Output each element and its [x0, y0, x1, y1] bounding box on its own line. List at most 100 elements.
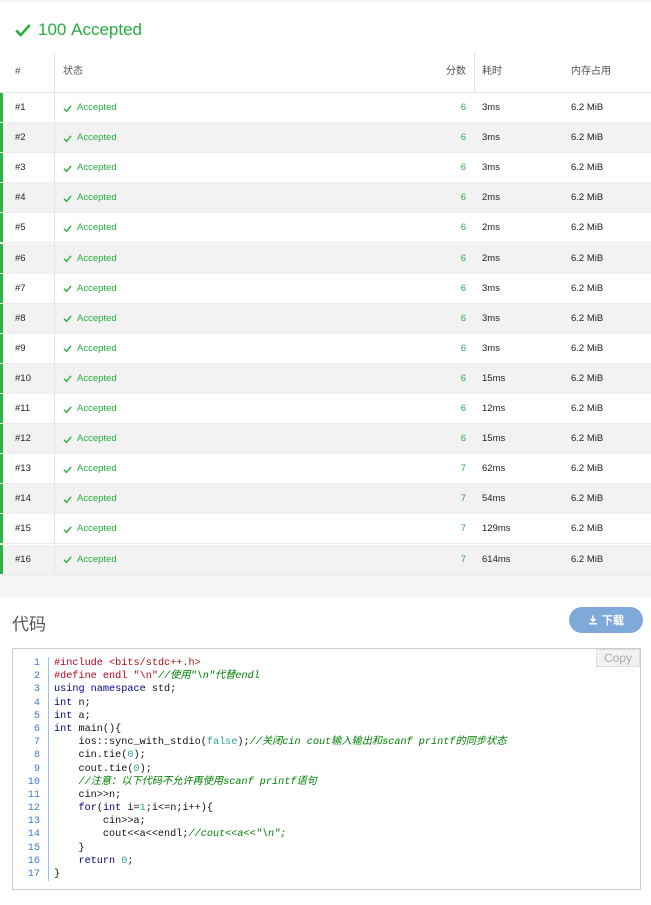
status-accent-bar [0, 454, 3, 484]
code-token: int [54, 697, 79, 709]
results-card: 100 Accepted # 状态 分数 耗时 内存占用 #1 Accepted 6… [0, 2, 651, 575]
status-accent-bar [0, 213, 3, 243]
code-token: #include [54, 658, 110, 669]
testcase-memory: 6.2 MiB [571, 312, 604, 324]
line-number: 15 [27, 842, 40, 854]
testcase-status-label: Accepted [77, 463, 117, 475]
testcase-status-label: Accepted [77, 192, 117, 204]
code-token: //cout<<a<<"\n"; [188, 829, 287, 841]
code-token: cin.tie( [54, 750, 128, 762]
code-token: int [54, 723, 79, 735]
code-token: n; [78, 697, 91, 709]
code-text: cin.tie(0); [54, 749, 145, 762]
testcase-score: 7 [460, 493, 466, 505]
testcase-status-label: Accepted [77, 312, 117, 324]
testcase-status: Accepted [63, 123, 117, 153]
gutter-divider [48, 683, 49, 697]
gutter-divider [48, 696, 49, 710]
line-number: 7 [33, 737, 40, 749]
table-row: #1 Accepted 6 3ms 6.2 MiB [0, 93, 651, 123]
table-row: #2 Accepted 6 3ms 6.2 MiB [0, 123, 651, 154]
testcase-memory: 6.2 MiB [571, 372, 604, 384]
code-token: //注意：以下代码不允许再使用scanf printf语句 [54, 776, 317, 788]
testcase-memory: 6.2 MiB [571, 403, 604, 414]
line-number: 4 [33, 697, 40, 709]
gutter-divider [48, 722, 49, 737]
testcase-memory: 6.2 MiB [571, 553, 604, 565]
table-header: # 状态 分数 耗时 内存占用 [0, 52, 651, 93]
code-token: #define endl [54, 671, 134, 683]
table-row: #8 Accepted 6 3ms 6.2 MiB [0, 303, 651, 334]
check-icon [63, 134, 72, 142]
gutter-divider [48, 854, 49, 868]
download-icon [589, 615, 597, 625]
check-icon [63, 526, 72, 534]
testcase-number: #3 [15, 162, 26, 174]
testcase-memory: 6.2 MiB [571, 523, 604, 535]
line-number: 5 [33, 710, 40, 722]
testcase-status-label: Accepted [77, 372, 117, 384]
check-icon [63, 345, 72, 353]
gutter-divider [48, 841, 49, 855]
check-icon [63, 104, 72, 112]
testcase-score: 6 [460, 312, 466, 324]
header-memory: 内存占用 [571, 66, 611, 77]
testcase-time: 12ms [482, 403, 506, 414]
line-number: 12 [27, 803, 40, 815]
code-token: <bits/stdc++.h> [109, 658, 201, 669]
code-text: int n; [54, 697, 91, 710]
status-accent-bar [0, 484, 3, 514]
testcase-status-label: Accepted [77, 493, 117, 505]
testcase-score: 6 [460, 162, 466, 174]
testcase-status-label: Accepted [77, 132, 117, 144]
download-label: 下载 [602, 615, 624, 627]
testcase-memory: 6.2 MiB [571, 282, 604, 294]
code-text: int a; [54, 710, 91, 723]
testcase-memory: 6.2 MiB [571, 252, 604, 264]
line-number: 6 [33, 723, 40, 735]
line-number: 8 [33, 750, 40, 762]
status-accent-bar [0, 363, 3, 393]
code-token: false [206, 737, 238, 749]
testcase-time: 2ms [482, 252, 500, 264]
testcase-time: 15ms [482, 372, 506, 384]
testcase-status-label: Accepted [77, 342, 117, 354]
gutter-divider [48, 775, 49, 789]
testcase-number: #6 [15, 252, 26, 264]
check-icon [63, 165, 72, 173]
testcase-number: #16 [15, 553, 31, 565]
copy-button[interactable]: Copy [596, 649, 640, 667]
status-accent-bar [0, 273, 3, 303]
code-text: cout.tie(0); [54, 763, 151, 776]
testcase-status: Accepted [63, 153, 117, 183]
testcase-status-label: Accepted [77, 553, 117, 565]
testcase-memory: 6.2 MiB [571, 493, 604, 505]
testcase-time: 3ms [482, 342, 500, 354]
status-accent-bar [0, 514, 3, 544]
line-number: 10 [27, 776, 40, 788]
gutter-divider [48, 815, 49, 829]
check-icon [63, 405, 72, 413]
testcase-status-label: Accepted [77, 282, 117, 294]
gutter-divider [48, 657, 49, 671]
testcase-time: 3ms [482, 282, 500, 294]
check-icon [63, 466, 72, 474]
code-token: for [78, 803, 97, 815]
gutter-divider [48, 736, 49, 750]
testcase-score: 6 [460, 252, 466, 264]
gutter-divider [48, 868, 49, 882]
testcase-time: 54ms [482, 493, 506, 505]
testcase-score: 6 [460, 132, 466, 144]
code-token: ); [237, 737, 250, 749]
testcase-score: 6 [460, 403, 466, 414]
result-title: 100 Accepted [14, 19, 142, 41]
table-row: #11 Accepted 6 12ms 6.2 MiB [0, 394, 651, 424]
line-number: 17 [27, 869, 40, 880]
status-accent-bar [0, 183, 3, 213]
testcase-time: 62ms [482, 463, 506, 475]
testcase-status-label: Accepted [77, 252, 117, 264]
code-text: #include <bits/stdc++.h> [54, 657, 201, 670]
download-button[interactable]: 下载 [569, 607, 643, 633]
status-accent-bar [0, 303, 3, 333]
